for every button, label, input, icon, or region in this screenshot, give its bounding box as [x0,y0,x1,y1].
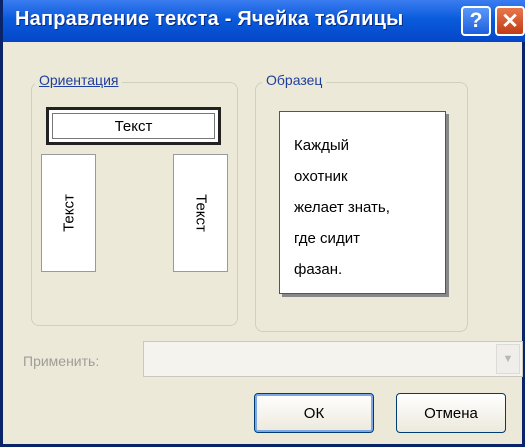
orientation-vertical-down-label: Текст [192,194,209,232]
title-bar[interactable]: Направление текста - Ячейка таблицы ? ✕ [3,0,525,42]
orientation-vertical-up-label: Текст [60,194,77,232]
close-button[interactable]: ✕ [495,6,525,36]
dialog-window: Направление текста - Ячейка таблицы ? ✕ … [0,0,525,447]
apply-label: Применить: [23,353,100,369]
orientation-horizontal-option[interactable]: Текст [46,107,221,145]
dropdown-arrow: ▼ [502,353,514,365]
sample-preview: Каждый охотник желает знать, где сидит ф… [279,111,446,294]
sample-line: где сидит [294,230,360,247]
help-button[interactable]: ? [461,6,491,36]
sample-line: Каждый [294,137,350,154]
sample-line: охотник [294,168,348,185]
window-title: Направление текста - Ячейка таблицы [15,8,404,30]
close-icon: ✕ [501,9,519,33]
ok-button[interactable]: ОК [254,393,374,433]
orientation-horizontal-label: Текст [114,117,153,135]
sample-line: желает знать, [294,199,390,216]
orientation-legend: Ориентация [35,72,123,88]
sample-legend: Образец [262,72,327,88]
orientation-vertical-up-option[interactable]: Текст [41,154,96,272]
chevron-down-icon[interactable]: ▼ [496,344,520,374]
cancel-button[interactable]: Отмена [396,393,506,433]
sample-line: фазан. [294,261,343,278]
help-icon: ? [469,9,483,32]
apply-select[interactable]: ▼ [143,341,523,377]
orientation-vertical-down-option[interactable]: Текст [173,154,228,272]
